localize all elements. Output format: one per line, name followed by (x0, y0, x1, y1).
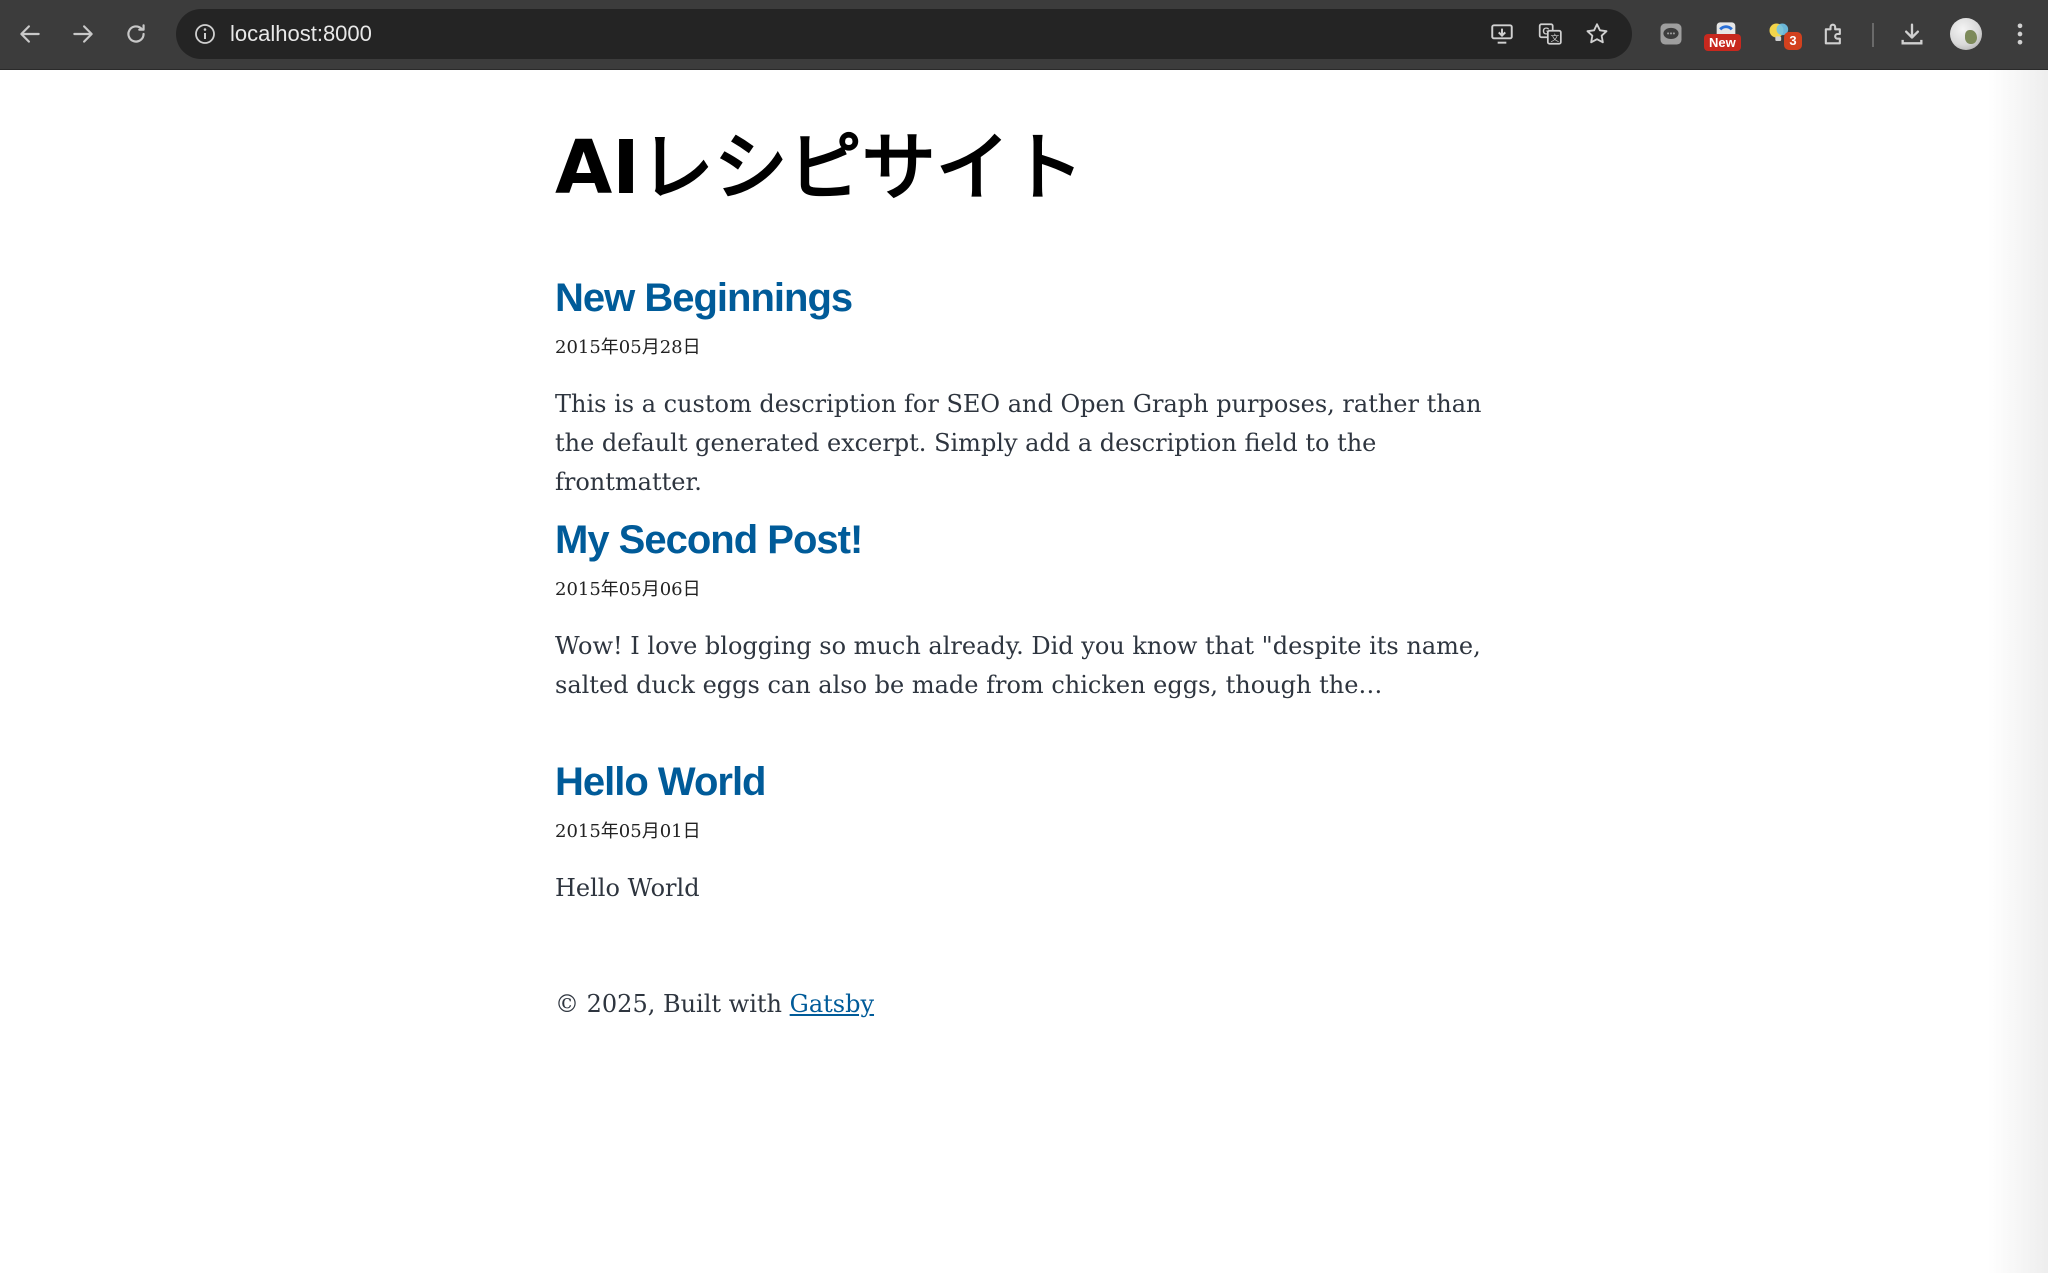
bookmark-star-icon[interactable] (1582, 19, 1612, 49)
post-description: Hello World (555, 874, 700, 902)
post-description: This is a custom description for SEO and… (555, 390, 1482, 496)
page-viewport: AIレシピサイト New Beginnings 2015年05月28日 This… (0, 70, 2048, 1273)
arrow-left-icon (20, 25, 40, 43)
extension-chat-icon[interactable] (1651, 14, 1691, 54)
reload-button[interactable] (115, 13, 157, 55)
post-title-link[interactable]: New Beginnings (555, 273, 853, 323)
post-date: 2015年05月01日 (555, 821, 701, 842)
back-button[interactable] (9, 13, 51, 55)
extension-new-icon[interactable]: New (1704, 14, 1746, 54)
site-title[interactable]: AIレシピサイト (555, 118, 1084, 218)
post-title-link[interactable]: My Second Post! (555, 515, 863, 565)
toolbar-divider (1872, 23, 1874, 47)
post-date: 2015年05月06日 (555, 579, 701, 600)
site-footer: © 2025, Built with Gatsby (555, 984, 1495, 1024)
page-edge-shadow (1988, 70, 2048, 1273)
post-description: Wow! I love blogging so much already. Di… (555, 632, 1481, 699)
translate-icon[interactable]: G文 (1535, 19, 1565, 49)
menu-kebab-icon[interactable] (2000, 14, 2040, 54)
extension-count-badge: 3 (1784, 32, 1802, 50)
install-app-icon[interactable] (1487, 19, 1517, 49)
address-bar[interactable]: localhost:8000 G文 (176, 9, 1632, 59)
address-url[interactable]: localhost:8000 (230, 9, 372, 59)
svg-text:文: 文 (1551, 32, 1560, 44)
gatsby-link[interactable]: Gatsby (790, 990, 874, 1018)
reload-icon (127, 24, 145, 43)
extension-bulb-icon[interactable]: 3 (1760, 14, 1802, 54)
post-title-link[interactable]: Hello World (555, 757, 766, 807)
forward-button[interactable] (62, 13, 104, 55)
downloads-icon[interactable] (1892, 14, 1932, 54)
extension-new-badge: New (1704, 34, 1741, 51)
post-date: 2015年05月28日 (555, 337, 701, 358)
extensions-puzzle-icon[interactable] (1814, 14, 1854, 54)
profile-avatar[interactable] (1950, 18, 1982, 50)
arrow-right-icon (73, 25, 93, 43)
site-info-icon[interactable] (190, 19, 220, 49)
footer-copyright: © 2025, Built with (555, 990, 790, 1018)
browser-toolbar: localhost:8000 G文 New 3 (0, 0, 2048, 70)
